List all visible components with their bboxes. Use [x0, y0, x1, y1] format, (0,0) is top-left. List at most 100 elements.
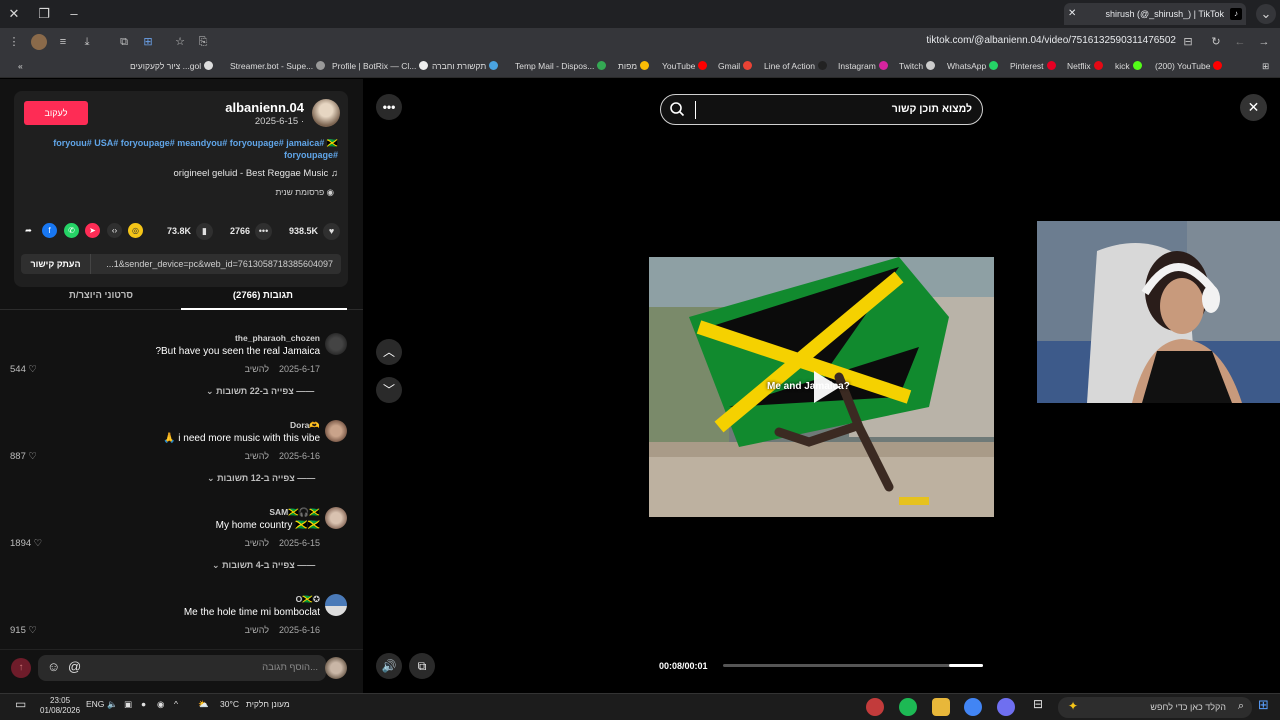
close-icon[interactable]: ✕: [1240, 94, 1267, 121]
view-replies-link[interactable]: ⌄ צפייה ב-12 תשובות ——: [207, 473, 315, 484]
menu-dots-icon[interactable]: ⋮: [6, 34, 22, 50]
record-icon[interactable]: ◉: [157, 699, 164, 710]
weather-icon[interactable]: ⛅: [198, 699, 209, 710]
bookmark-item[interactable]: (200) YouTube: [1155, 61, 1223, 71]
embed-icon[interactable]: ‹›: [107, 223, 122, 238]
chrome-icon[interactable]: [964, 698, 982, 716]
bookmark-item[interactable]: Instagram: [838, 61, 888, 71]
comment-likes[interactable]: 544 ♡: [10, 364, 37, 375]
next-video-icon[interactable]: ﹀: [376, 377, 402, 403]
comment-username[interactable]: O🇯🇲✪: [296, 594, 320, 605]
bookmark-item[interactable]: kick: [1115, 61, 1142, 71]
facebook-icon[interactable]: f: [42, 223, 57, 238]
task-view-icon[interactable]: ⊟: [1033, 697, 1043, 711]
mention-icon[interactable]: @: [68, 659, 81, 674]
close-tab-icon[interactable]: ✕: [1068, 3, 1076, 25]
comment-icon[interactable]: •••: [255, 223, 272, 240]
bookmark-star-icon[interactable]: ☆: [172, 34, 188, 50]
post-music[interactable]: origineel geluid - Best Reggae Music ♫: [174, 168, 339, 179]
translate-icon[interactable]: ⊞: [140, 34, 156, 50]
heart-icon[interactable]: ♥: [323, 223, 340, 240]
extensions-icon[interactable]: ⧉: [116, 34, 132, 50]
play-icon[interactable]: [804, 367, 844, 407]
close-window-icon[interactable]: ✕: [4, 4, 24, 24]
taskbar-search[interactable]: ✦ הקלד כאן כדי לחפש ⌕: [1058, 697, 1252, 718]
share-arrow-icon[interactable]: ➦: [21, 223, 36, 238]
file-explorer-icon[interactable]: [932, 698, 950, 716]
comment-username[interactable]: the_pharaoh_chozen: [235, 333, 320, 343]
bookmark-item[interactable]: Streamer.bot - Supe...: [230, 61, 326, 71]
comment-username[interactable]: Dora🫶: [290, 420, 320, 431]
bookmark-item[interactable]: WhatsApp: [947, 61, 999, 71]
site-settings-icon[interactable]: ⊟: [1180, 34, 1196, 50]
bookmark-item[interactable]: Gmail: [718, 61, 753, 71]
commenter-avatar[interactable]: [325, 420, 347, 442]
reply-link[interactable]: להשיב: [245, 451, 269, 461]
copy-link-button[interactable]: העתק קישור: [21, 254, 91, 274]
language-indicator[interactable]: ENG: [86, 699, 104, 709]
bookmark-item[interactable]: ציור לקעקועים ...gol: [130, 61, 214, 71]
address-bar[interactable]: tiktok.com/@albanienn.04/video/751613259…: [926, 35, 1176, 46]
app-icon[interactable]: [997, 698, 1015, 716]
coin-icon[interactable]: ◎: [128, 223, 143, 238]
bookmark-item[interactable]: Profile | BotRix — Cl...: [332, 61, 429, 71]
spotify-icon[interactable]: [899, 698, 917, 716]
active-tab[interactable]: ♪ shirush (@_shirush_) | TikTok ✕: [1064, 3, 1246, 25]
apps-grid-icon[interactable]: ⊞: [1262, 61, 1269, 72]
notifications-icon[interactable]: ▭: [15, 697, 26, 711]
chevron-up-icon[interactable]: ^: [174, 699, 178, 709]
bookmark-item[interactable]: Netflix: [1067, 61, 1103, 71]
picture-in-picture-icon[interactable]: ⧉: [409, 653, 435, 679]
more-options-icon[interactable]: •••: [376, 94, 402, 120]
bookmarks-overflow-icon[interactable]: «: [18, 61, 23, 71]
back-icon[interactable]: →: [1256, 34, 1272, 50]
bookmark-item[interactable]: Line of Action: [764, 61, 828, 71]
reply-link[interactable]: להשיב: [245, 625, 269, 635]
follow-button[interactable]: לעקוב: [24, 101, 88, 125]
comment-likes[interactable]: 915 ♡: [10, 625, 37, 636]
comment-input[interactable]: ☺ @ הוסף תגובה...: [38, 655, 326, 681]
microphone-icon[interactable]: ●: [141, 699, 146, 709]
reply-link[interactable]: להשיב: [245, 364, 269, 374]
reply-link[interactable]: להשיב: [245, 538, 269, 548]
video-progress-bar[interactable]: [723, 664, 983, 667]
view-replies-link[interactable]: ⌄ צפייה ב-22 תשובות ——: [206, 386, 314, 397]
bookmark-item[interactable]: Temp Mail - Dispos...: [515, 61, 607, 71]
author-name[interactable]: albanienn.04: [225, 100, 304, 115]
tab-creator-videos[interactable]: סרטוני היוצר/ת: [69, 290, 133, 301]
speaker-icon[interactable]: 🔈: [107, 699, 118, 710]
previous-video-icon[interactable]: ︿: [376, 339, 402, 365]
reload-icon[interactable]: ↻: [1208, 34, 1224, 50]
emoji-icon[interactable]: ☺: [47, 659, 60, 674]
profile-avatar-icon[interactable]: [31, 34, 47, 50]
bookmark-item[interactable]: מפות: [618, 61, 650, 71]
send-comment-button[interactable]: ↑: [11, 658, 31, 678]
weather-desc[interactable]: מעונן חלקית: [246, 699, 290, 709]
windows-start-icon[interactable]: ⊞: [1258, 697, 1269, 713]
bookmark-icon[interactable]: ▮: [196, 223, 213, 240]
bookmark-item[interactable]: תקשורת וחברה: [432, 61, 499, 71]
volume-icon[interactable]: 🔊: [376, 653, 402, 679]
bookmark-item[interactable]: Pinterest: [1010, 61, 1056, 71]
share-link-text[interactable]: ...1&sender_device=pc&web_id=76130587183…: [106, 259, 333, 269]
taskbar-clock[interactable]: 23:05 01/08/2026: [40, 696, 80, 716]
comment-likes[interactable]: 1894 ♡: [10, 538, 42, 549]
search-icon[interactable]: [669, 101, 685, 117]
commenter-avatar[interactable]: [325, 507, 347, 529]
tab-search-icon[interactable]: ⌄: [1256, 4, 1276, 24]
download-icon[interactable]: ⤓: [79, 34, 95, 50]
forward-icon[interactable]: ←: [1232, 34, 1248, 50]
post-hashtags[interactable]: foryouu# USA# foryoupage# meandyou# fory…: [28, 137, 338, 161]
reading-list-icon[interactable]: ≡: [55, 34, 71, 50]
bookmark-item[interactable]: Twitch: [899, 61, 936, 71]
whatsapp-icon[interactable]: ✆: [64, 223, 79, 238]
send-icon[interactable]: ➤: [85, 223, 100, 238]
bookmark-item[interactable]: YouTube: [662, 61, 708, 71]
minimize-window-icon[interactable]: –: [64, 4, 84, 24]
author-avatar[interactable]: [312, 99, 340, 127]
app-icon[interactable]: [866, 698, 884, 716]
related-search-input[interactable]: למצוא תוכן קשור: [660, 94, 983, 125]
weather-temp[interactable]: 30°C: [220, 699, 239, 709]
comment-username[interactable]: SAM🇯🇲🎧🇯🇲: [269, 507, 320, 518]
cast-icon[interactable]: ⎘: [195, 34, 211, 50]
